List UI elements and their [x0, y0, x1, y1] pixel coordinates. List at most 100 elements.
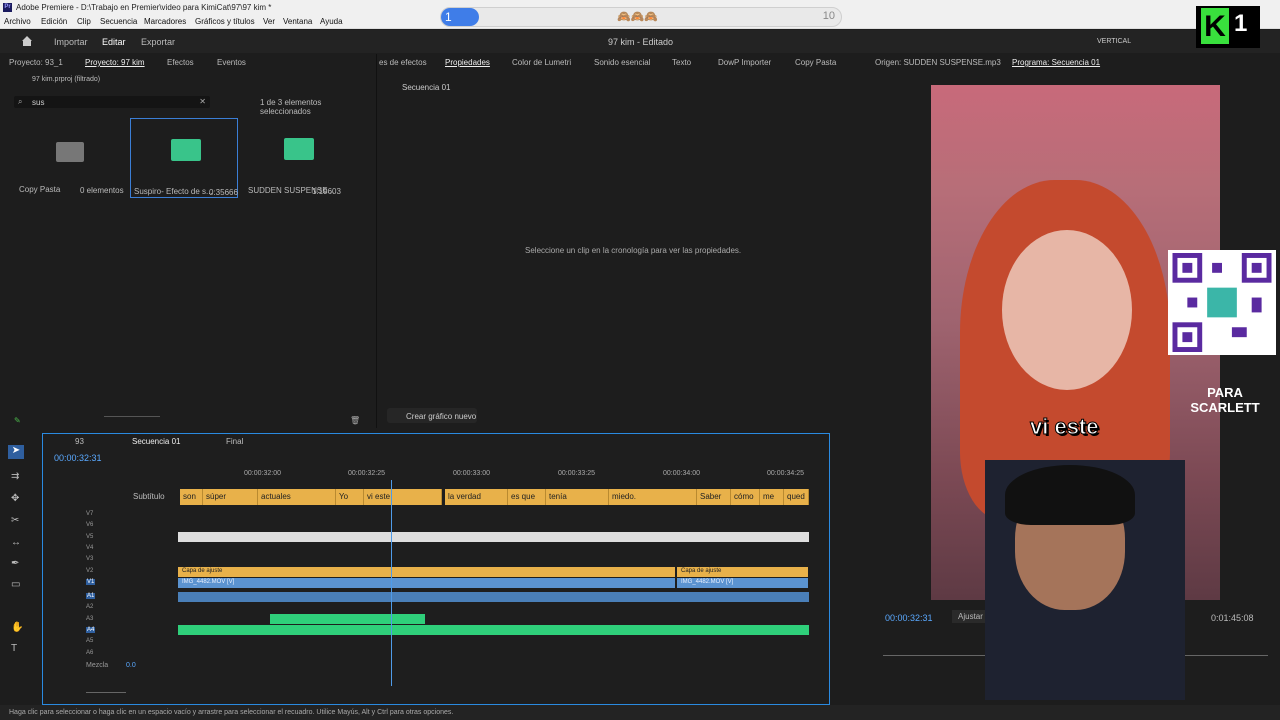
audio-wave-icon: [171, 139, 201, 161]
clip-sudden-suspense[interactable]: SUDDEN SUSPENSE... 1:19603: [246, 118, 354, 198]
track-a3[interactable]: A3: [86, 616, 93, 622]
subtitle-clip[interactable]: actuales: [258, 489, 336, 505]
nav-import[interactable]: Importar: [54, 37, 88, 47]
vertical-label[interactable]: VERTICAL: [1097, 38, 1131, 45]
menu-archivo[interactable]: Archivo: [4, 17, 31, 26]
track-a6[interactable]: A6: [86, 650, 93, 656]
menu-marcadores[interactable]: Marcadores: [144, 17, 186, 26]
tab-dowp[interactable]: DowP Importer: [718, 58, 771, 67]
clip-duration: 0:35666: [209, 188, 238, 197]
subtitle-clip[interactable]: es que: [508, 489, 546, 505]
tab-events[interactable]: Eventos: [217, 58, 246, 67]
track-a1[interactable]: A1: [86, 593, 96, 599]
track-v2[interactable]: V2: [86, 568, 93, 574]
track-a2[interactable]: A2: [86, 604, 93, 610]
bin-copy-pasta[interactable]: Copy Pasta 0 elementos: [16, 116, 124, 196]
premiere-app-icon: Pr: [3, 3, 12, 12]
menu-ayuda[interactable]: Ayuda: [320, 17, 343, 26]
audio-clip-a3[interactable]: [270, 614, 425, 624]
tab-seq-01[interactable]: Secuencia 01: [132, 437, 180, 446]
subtitle-clip[interactable]: Saber: [697, 489, 731, 505]
menu-secuencia[interactable]: Secuencia: [100, 17, 137, 26]
tab-lumetri[interactable]: Color de Lumetri: [512, 58, 571, 67]
subtitle-clip[interactable]: qued: [784, 489, 809, 505]
subtitle-clip[interactable]: son: [180, 489, 203, 505]
menu-ver[interactable]: Ver: [263, 17, 275, 26]
timeline-scrollbar[interactable]: [86, 692, 126, 693]
menu-graficos[interactable]: Gráficos y títulos: [195, 17, 255, 26]
tab-text[interactable]: Texto: [672, 58, 691, 67]
playhead[interactable]: [391, 480, 392, 686]
tab-project-93[interactable]: Proyecto: 93_1: [9, 58, 63, 67]
subtitle-clip[interactable]: cómo: [731, 489, 760, 505]
hand-icon[interactable]: ✋: [11, 622, 23, 633]
track-a5[interactable]: A5: [86, 638, 93, 644]
audio-clip-a1[interactable]: [178, 592, 809, 602]
subtitle-clip[interactable]: tenía: [546, 489, 609, 505]
nav-edit[interactable]: Editar: [102, 37, 126, 47]
tab-seq-93[interactable]: 93: [75, 437, 84, 446]
subtitle-clip[interactable]: súper: [203, 489, 258, 505]
menu-edicion[interactable]: Edición: [41, 17, 67, 26]
video-clip[interactable]: IMG_4482.MOV [V]: [677, 578, 808, 588]
tab-program[interactable]: Programa: Secuencia 01: [1012, 58, 1100, 67]
clear-icon[interactable]: ✕: [199, 97, 206, 106]
type-icon[interactable]: T: [11, 643, 17, 654]
pencil-icon[interactable]: ✎: [14, 416, 21, 425]
tab-properties[interactable]: Propiedades: [445, 58, 490, 67]
webcam-hair: [1005, 465, 1135, 525]
zoom-slider[interactable]: [104, 416, 160, 417]
subtitle-clip[interactable]: me: [760, 489, 784, 505]
trash-icon[interactable]: 🗑: [350, 416, 360, 425]
tab-essential-sound[interactable]: Sonido esencial: [594, 58, 650, 67]
ripple-edit-icon[interactable]: ✥: [11, 493, 19, 504]
k1-logo-k: K: [1201, 8, 1229, 44]
menu-clip[interactable]: Clip: [77, 17, 91, 26]
clip-name: Suspiro- Efecto de s...: [134, 187, 213, 196]
tab-effects[interactable]: Efectos: [167, 58, 194, 67]
home-icon[interactable]: [21, 35, 33, 47]
razor-icon[interactable]: ✂: [11, 515, 19, 526]
track-v6[interactable]: V6: [86, 522, 93, 528]
k1-logo: K 1: [1196, 6, 1260, 48]
project-toolbar: ✎ 🗑: [14, 412, 364, 425]
adjustment-layer-clip[interactable]: Capa de ajuste: [677, 567, 808, 577]
menu-ventana[interactable]: Ventana: [283, 17, 312, 26]
program-timecode: 00:00:32:31: [885, 613, 933, 623]
track-v5[interactable]: V5: [86, 534, 93, 540]
selection-count: 1 de 3 elementos seleccionados: [260, 98, 322, 116]
nav-export[interactable]: Exportar: [141, 37, 175, 47]
track-v7[interactable]: V7: [86, 511, 93, 517]
subtitle-clip[interactable]: Yo: [336, 489, 364, 505]
tab-source[interactable]: Origen: SUDDEN SUSPENSE.mp3: [875, 58, 1001, 67]
tab-copy-pasta[interactable]: Copy Pasta: [795, 58, 836, 67]
rectangle-icon[interactable]: ▭: [11, 579, 20, 590]
track-select-icon[interactable]: ⇉: [11, 471, 19, 482]
track-a4[interactable]: A4: [86, 627, 96, 633]
search-input[interactable]: ⌕ sus ✕: [14, 96, 210, 108]
track-v4[interactable]: V4: [86, 545, 93, 551]
subtitle-clip[interactable]: vi este: [364, 489, 442, 505]
empty-message: Seleccione un clip en la cronología para…: [525, 246, 742, 255]
tab-project-97[interactable]: Proyecto: 97 kim: [85, 58, 145, 67]
new-graphic-button[interactable]: Crear gráfico nuevo: [387, 408, 477, 423]
adjustment-layer-clip[interactable]: Capa de ajuste: [178, 567, 675, 577]
clip-suspiro[interactable]: Suspiro- Efecto de s... 0:35666: [130, 118, 238, 198]
subtitle-clip[interactable]: miedo.: [609, 489, 697, 505]
pen-icon[interactable]: ✒: [11, 558, 19, 569]
subtitle-clip[interactable]: la verdad: [445, 489, 508, 505]
overlay-left-count: 1: [441, 8, 479, 26]
track-v3[interactable]: V3: [86, 556, 93, 562]
time-ruler[interactable]: 00:00:32:00 00:00:32:25 00:00:33:00 00:0…: [178, 470, 818, 484]
audio-clip-a4[interactable]: [178, 625, 809, 635]
tab-effects-controls[interactable]: es de efectos: [379, 58, 427, 67]
graphic-clip-v5[interactable]: [178, 532, 809, 542]
track-v1[interactable]: V1: [86, 579, 96, 585]
selection-tool-icon[interactable]: ➤: [8, 445, 24, 459]
slip-icon[interactable]: ↔: [11, 537, 21, 548]
video-clip[interactable]: IMG_4482.MOV [V]: [178, 578, 675, 588]
tab-final[interactable]: Final: [226, 437, 243, 446]
qr-pattern-icon: [1172, 253, 1272, 352]
project-title: 97 kim - Editado: [608, 37, 674, 47]
mix-value[interactable]: 0.0: [126, 662, 136, 669]
